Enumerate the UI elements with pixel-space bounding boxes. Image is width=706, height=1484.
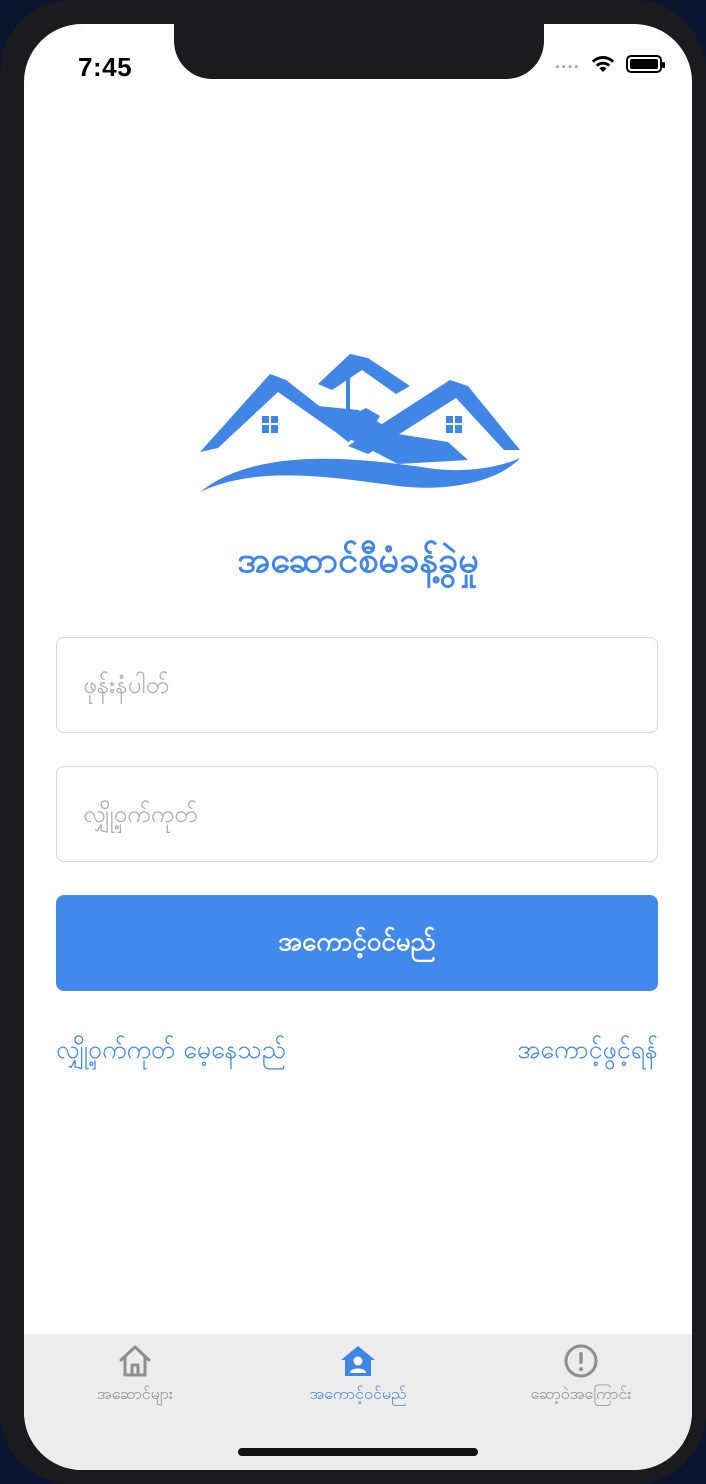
screen: 7:45 .... အဆောင်စီမံခန့်ခွဲမှု ဖုန်းနံပါ… (24, 24, 692, 1470)
phone-input[interactable] (57, 638, 657, 732)
signal-icon: .... (554, 56, 580, 72)
tab-about[interactable]: ဆော့ဝဲအကြောင်း (470, 1334, 692, 1414)
password-input[interactable] (57, 767, 657, 861)
phone-field-container (56, 637, 658, 733)
status-icons: .... (554, 54, 665, 74)
wifi-icon (591, 56, 615, 72)
account-home-icon (341, 1346, 375, 1376)
status-time: 7:45 (78, 52, 133, 82)
password-field-container (56, 766, 658, 862)
register-link[interactable]: အကောင့်ဖွင့်ရန် (517, 1034, 658, 1071)
tab-houses[interactable]: အဆောင်များ (24, 1334, 246, 1414)
tab-login-label: အကောင့်ဝင်မည် (309, 1384, 407, 1403)
house-roof-logo-icon (200, 354, 520, 492)
device-frame: 7:45 .... အဆောင်စီမံခန့်ခွဲမှု ဖုန်းနံပါ… (0, 0, 706, 1484)
forgot-password-link[interactable]: လျှို့ဝှက်ကုတ် မေ့နေသည် (56, 1034, 286, 1071)
home-indicator (238, 1448, 478, 1456)
tab-login[interactable]: အကောင့်ဝင်မည် (247, 1334, 469, 1414)
login-button[interactable]: အကောင့်ဝင်မည် (56, 895, 658, 991)
info-circle-icon (564, 1344, 598, 1378)
tab-about-label: ဆော့ဝဲအကြောင်း (530, 1384, 632, 1403)
battery-icon (626, 55, 665, 73)
app-title: အဆောင်စီမံခန့်ခွဲမှု (237, 540, 479, 581)
home-icon (119, 1345, 151, 1377)
notch (174, 24, 544, 79)
tab-houses-label: အဆောင်များ (97, 1384, 173, 1403)
